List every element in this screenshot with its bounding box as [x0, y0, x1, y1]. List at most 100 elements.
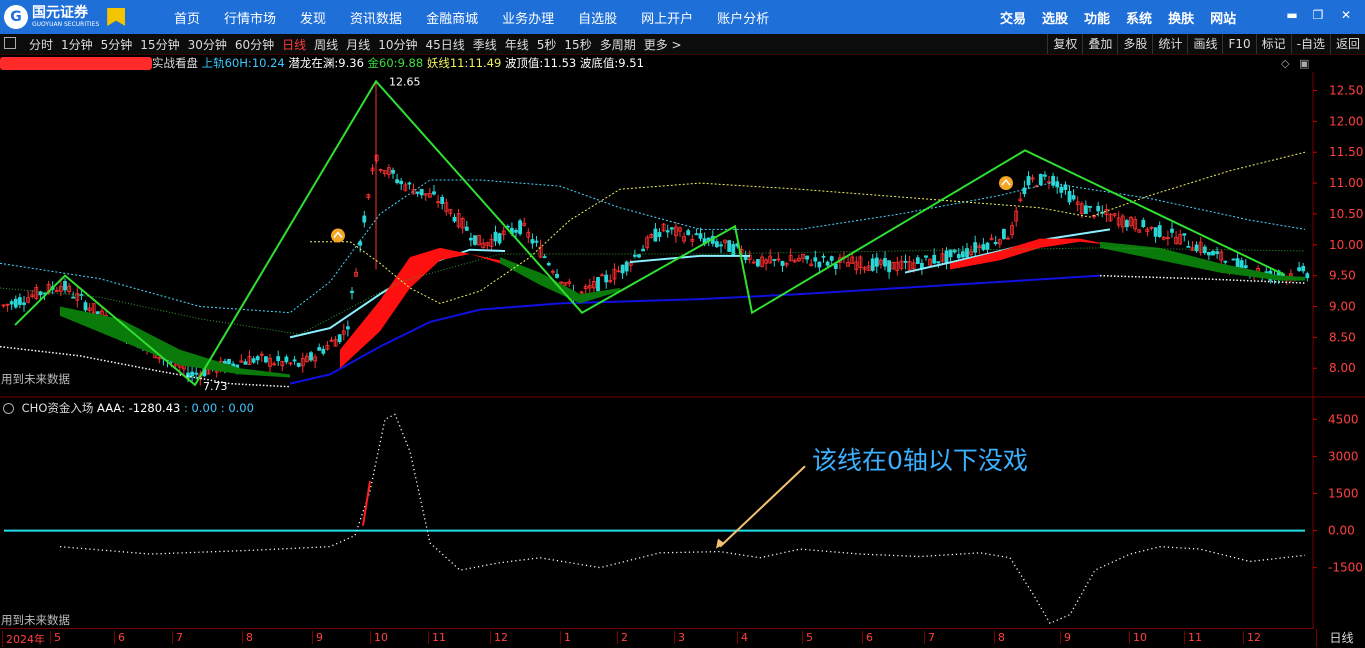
sub-indicator-toggle-icon[interactable]	[3, 403, 14, 414]
menu-discover[interactable]: 发现	[288, 8, 338, 27]
candle-body	[821, 255, 826, 258]
candle-body	[1235, 258, 1240, 268]
menu-skin[interactable]: 换肤	[1160, 8, 1202, 27]
candle-body	[932, 254, 937, 264]
period-5sec[interactable]: 5秒	[533, 36, 561, 53]
candle-body	[350, 290, 354, 293]
tool-back[interactable]: 返回	[1329, 34, 1365, 54]
tool-statistics[interactable]: 统计	[1152, 34, 1187, 54]
candle-body	[993, 241, 998, 245]
menu-account-analysis[interactable]: 账户分析	[705, 8, 781, 27]
candle-body	[870, 258, 875, 271]
close-icon[interactable]: ✕	[1339, 8, 1353, 22]
candle-body	[407, 182, 412, 185]
candle-body	[321, 348, 326, 354]
candle-body	[530, 239, 535, 244]
period-monthly[interactable]: 月线	[342, 36, 374, 53]
candle-body	[1186, 245, 1191, 248]
candle-body	[657, 232, 662, 238]
candle-body	[1223, 260, 1228, 263]
tool-overlay[interactable]: 叠加	[1082, 34, 1117, 54]
redacted-stock-name	[0, 57, 152, 70]
wave-zigzag-line	[14, 79, 1286, 387]
candle-body	[419, 188, 424, 196]
period-daily[interactable]: 日线	[278, 36, 310, 53]
menu-finance-mall[interactable]: 金融商城	[414, 8, 490, 27]
candle-body	[452, 216, 457, 222]
price-tick-label: 10.00	[1329, 238, 1363, 252]
candle-body	[83, 302, 88, 311]
candle-body	[190, 371, 195, 377]
current-period-label[interactable]: 日线	[1316, 629, 1365, 647]
period-more[interactable]: 更多 >	[640, 36, 686, 53]
candle-body	[743, 256, 748, 261]
candle-body	[1194, 244, 1199, 252]
time-axis-label: 7	[172, 631, 183, 644]
restore-icon[interactable]: ❐	[1311, 8, 1325, 22]
menu-home[interactable]: 首页	[162, 8, 212, 27]
menu-news-data[interactable]: 资讯数据	[338, 8, 414, 27]
future-data-note-sub: 用到未来数据	[1, 613, 70, 627]
period-45day[interactable]: 45日线	[421, 36, 468, 53]
candle-body	[1026, 176, 1031, 186]
candle-body	[903, 260, 908, 263]
period-weekly[interactable]: 周线	[310, 36, 342, 53]
indicator-name[interactable]: 实战看盘	[152, 56, 198, 70]
menu-market[interactable]: 行情市场	[212, 8, 288, 27]
period-30min[interactable]: 30分钟	[184, 36, 231, 53]
candle-body	[227, 359, 231, 365]
period-multi[interactable]: 多周期	[596, 36, 640, 53]
cho-signal-segment	[362, 480, 371, 526]
menu-business[interactable]: 业务办理	[490, 8, 566, 27]
tool-multi-stock[interactable]: 多股	[1117, 34, 1152, 54]
sub-indicator-name[interactable]: CHO资金入场	[22, 401, 94, 415]
candle-body	[698, 233, 703, 239]
menu-open-account[interactable]: 网上开户	[629, 8, 705, 27]
period-quarterly[interactable]: 季线	[469, 36, 501, 53]
menu-watchlist[interactable]: 自选股	[566, 8, 629, 27]
menu-website[interactable]: 网站	[1202, 8, 1244, 27]
candle-body	[620, 264, 625, 274]
candle-body	[468, 237, 473, 241]
candle-body	[813, 257, 818, 262]
candle-body	[415, 191, 420, 194]
period-10min[interactable]: 10分钟	[374, 36, 421, 53]
price-tick-label: 8.00	[1329, 361, 1356, 375]
menu-stock-picker[interactable]: 选股	[1034, 8, 1076, 27]
panel-toggle-icon[interactable]	[4, 37, 16, 49]
period-1min[interactable]: 1分钟	[57, 36, 97, 53]
period-yearly[interactable]: 年线	[501, 36, 533, 53]
candle-body	[251, 358, 256, 363]
candle-body	[358, 241, 363, 246]
time-axis-label: 3	[674, 631, 685, 644]
minimize-icon[interactable]: ▬	[1285, 8, 1299, 22]
period-15min[interactable]: 15分钟	[136, 36, 183, 53]
period-5min[interactable]: 5分钟	[97, 36, 137, 53]
menu-system[interactable]: 系统	[1118, 8, 1160, 27]
tool-f10[interactable]: F10	[1222, 34, 1255, 54]
signal-marker-icon	[331, 228, 345, 243]
app-logo[interactable]: G 国元证券 GUOYUAN SECURITIES	[4, 4, 126, 30]
candle-body	[309, 352, 313, 361]
tool-mark[interactable]: 标记	[1255, 34, 1291, 54]
time-axis-label: 11	[428, 631, 446, 644]
panel-settings-icon[interactable]: ▣	[1299, 57, 1309, 70]
candle-body	[981, 244, 986, 250]
period-15sec[interactable]: 15秒	[560, 36, 595, 53]
period-intraday[interactable]: 分时	[25, 36, 57, 53]
tool-adjust[interactable]: 复权	[1047, 34, 1082, 54]
diamond-icon[interactable]: ◇	[1281, 57, 1289, 70]
legend-value-wave-bottom: 9.51	[618, 56, 644, 70]
candle-body	[514, 229, 518, 233]
legend-label-gold: 金60:	[367, 56, 398, 70]
period-60min[interactable]: 60分钟	[231, 36, 278, 53]
candle-body	[1043, 174, 1047, 177]
tool-remove-watchlist[interactable]: -自选	[1290, 34, 1330, 54]
chart-canvas[interactable]: 12.65 7.73 12.50 12.00 11.50 11.00 10.50 10.00…	[0, 72, 1365, 628]
tool-drawing[interactable]: 画线	[1187, 34, 1222, 54]
menu-trade[interactable]: 交易	[992, 8, 1034, 27]
candle-body	[780, 261, 785, 266]
base-support-line	[289, 274, 1101, 385]
time-axis: 2024年 5 6 7 8 9 10 11 12 1 2 3 4 5 6 7 8 9 10 11 12	[0, 628, 1314, 648]
menu-function[interactable]: 功能	[1076, 8, 1118, 27]
